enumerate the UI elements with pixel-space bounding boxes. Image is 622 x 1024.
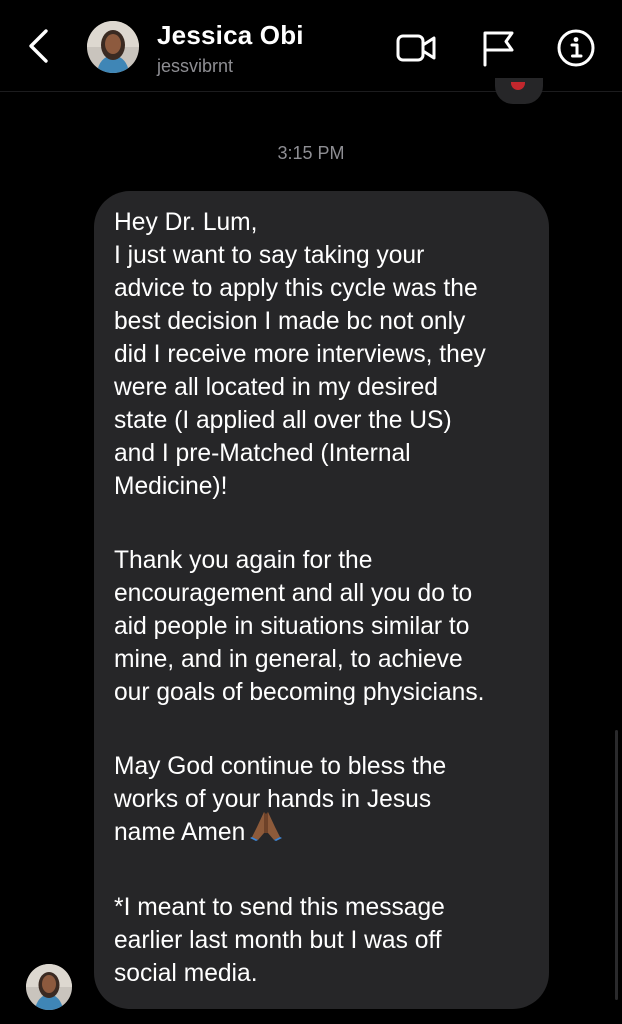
message-paragraph-3-wrap: May God continue to bless the works of y… (114, 750, 529, 850)
message-timestamp: 3:15 PM (277, 143, 345, 163)
info-icon (557, 29, 595, 67)
message-paragraph-4: *I meant to send this message earlier la… (114, 894, 445, 987)
contact-avatar[interactable] (87, 21, 139, 73)
folded-hands-emoji (249, 811, 283, 850)
conversation-info-button[interactable] (556, 28, 596, 68)
contact-username[interactable]: jessvibrnt (157, 56, 233, 77)
previous-message-reaction[interactable] (495, 78, 543, 104)
message-bubble[interactable]: Hey Dr. Lum, I just want to say taking y… (94, 191, 549, 1009)
avatar-photo (87, 21, 139, 73)
contact-name[interactable]: Jessica Obi (157, 20, 304, 51)
sender-avatar[interactable] (26, 964, 72, 1010)
flag-icon (483, 31, 514, 67)
chevron-left-icon (29, 29, 48, 63)
report-button[interactable] (478, 28, 518, 68)
scrollbar[interactable] (615, 730, 618, 1000)
message-paragraph-1: Hey Dr. Lum, I just want to say taking y… (114, 209, 486, 500)
video-camera-icon (396, 34, 436, 62)
video-call-button[interactable] (396, 28, 436, 68)
message-paragraph-2: Thank you again for the encouragement an… (114, 547, 485, 706)
avatar-photo (26, 964, 72, 1010)
back-button[interactable] (22, 26, 58, 66)
heart-reaction-icon (511, 82, 525, 90)
